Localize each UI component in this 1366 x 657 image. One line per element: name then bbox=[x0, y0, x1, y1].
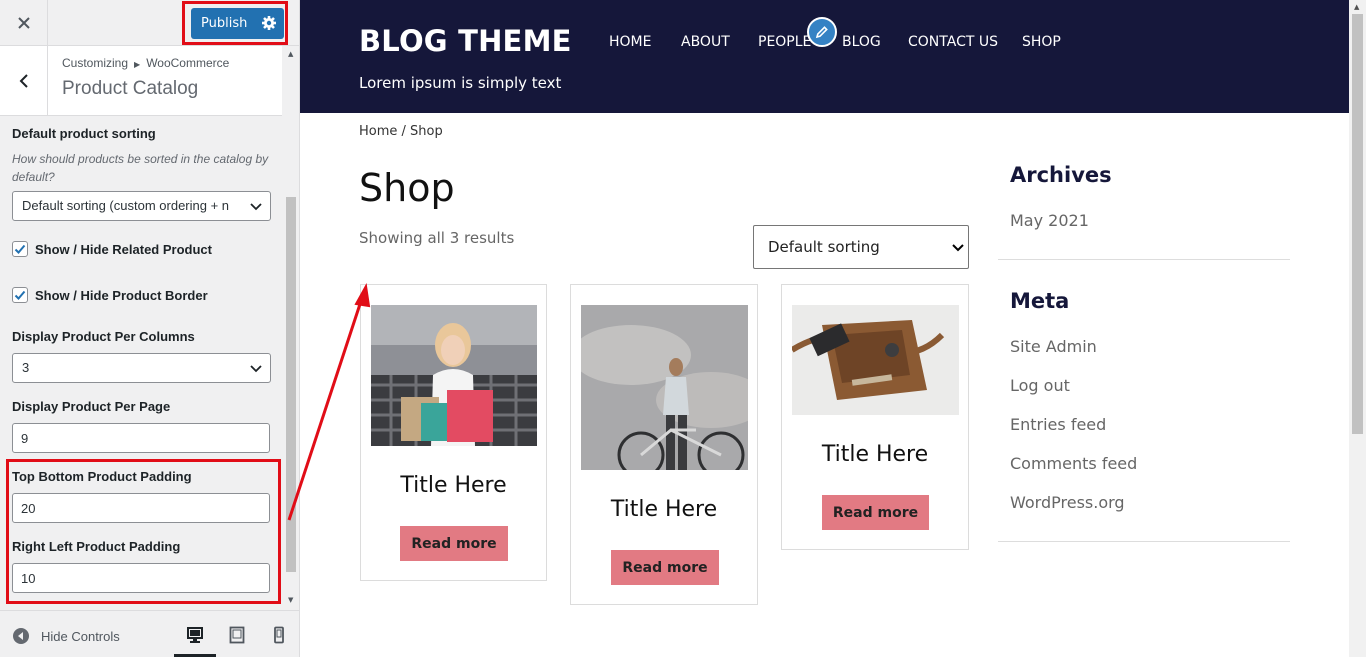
orderby-select[interactable]: Default sorting bbox=[753, 225, 969, 269]
gear-icon[interactable] bbox=[261, 15, 277, 31]
read-more-button[interactable]: Read more bbox=[822, 495, 929, 530]
nav-blog[interactable]: BLOG bbox=[842, 34, 881, 50]
site-tagline: Lorem ipsum is simply text bbox=[359, 74, 562, 92]
scroll-down-icon[interactable]: ▼ bbox=[288, 596, 293, 604]
site-header: BLOG THEME Lorem ipsum is simply text HO… bbox=[300, 0, 1349, 113]
product-image[interactable] bbox=[581, 305, 748, 470]
sorting-select-value: Default sorting (custom ordering + n bbox=[22, 198, 230, 213]
breadcrumb-root: Customizing bbox=[62, 56, 129, 70]
nav-people[interactable]: PEOPLE bbox=[758, 34, 811, 50]
customizer-footer: Hide Controls bbox=[0, 610, 299, 657]
scroll-thumb[interactable] bbox=[1352, 14, 1363, 434]
leather-bag-accessories-image bbox=[792, 305, 959, 415]
columns-label: Display Product Per Columns bbox=[12, 329, 195, 344]
nav-contact-us[interactable]: CONTACT US bbox=[908, 34, 998, 50]
breadcrumb-separator-icon: ▶ bbox=[134, 60, 141, 69]
mobile-icon[interactable] bbox=[270, 626, 288, 644]
back-button[interactable] bbox=[0, 46, 48, 115]
scroll-thumb[interactable] bbox=[286, 197, 296, 572]
close-icon bbox=[17, 17, 30, 29]
meta-link-entries-feed[interactable]: Entries feed bbox=[1010, 415, 1106, 434]
product-card[interactable]: Title Here Read more bbox=[360, 284, 547, 581]
nav-shop[interactable]: SHOP bbox=[1022, 34, 1061, 50]
checkbox-checked-icon[interactable] bbox=[12, 241, 28, 257]
related-product-checkbox[interactable]: Show / Hide Related Product bbox=[12, 241, 212, 257]
meta-link-comments-feed[interactable]: Comments feed bbox=[1010, 454, 1137, 473]
customizer-sidebar: Publish Customizing ▶ WooCommerce Product … bbox=[0, 0, 300, 657]
orderby-value: Default sorting bbox=[768, 238, 880, 256]
meta-widget-title: Meta bbox=[1010, 289, 1070, 313]
product-card[interactable]: Title Here Read more bbox=[781, 284, 969, 550]
page-title: Shop bbox=[359, 166, 455, 210]
edit-shortcut-button[interactable] bbox=[807, 17, 837, 47]
customizer-breadcrumb: Customizing ▶ WooCommerce bbox=[62, 56, 229, 70]
site-preview: BLOG THEME Lorem ipsum is simply text HO… bbox=[300, 0, 1349, 657]
hide-controls-label: Hide Controls bbox=[41, 628, 120, 644]
preview-scrollbar[interactable]: ▲ bbox=[1349, 0, 1366, 657]
per-page-label: Display Product Per Page bbox=[12, 399, 171, 414]
breadcrumb-parent: WooCommerce bbox=[146, 56, 230, 70]
publish-label: Publish bbox=[201, 16, 248, 31]
result-count: Showing all 3 results bbox=[359, 229, 515, 247]
chevron-left-icon bbox=[19, 73, 28, 88]
sorting-select[interactable]: Default sorting (custom ordering + n bbox=[12, 191, 271, 221]
columns-select[interactable]: 3 bbox=[12, 353, 271, 383]
tb-padding-input[interactable]: 20 bbox=[12, 493, 270, 523]
hide-controls-button[interactable]: Hide Controls bbox=[13, 628, 120, 644]
sorting-label: Default product sorting bbox=[12, 126, 156, 141]
publish-button[interactable]: Publish bbox=[191, 8, 284, 39]
product-image[interactable] bbox=[792, 305, 959, 415]
widget-divider bbox=[998, 541, 1290, 542]
chevron-down-icon bbox=[250, 365, 262, 373]
rl-padding-input[interactable]: 10 bbox=[12, 563, 270, 593]
columns-select-value: 3 bbox=[22, 360, 30, 375]
sidebar-scrollbar[interactable]: ▲ ▼ bbox=[284, 46, 298, 610]
per-page-input[interactable]: 9 bbox=[12, 423, 270, 453]
meta-link-wordpress-org[interactable]: WordPress.org bbox=[1010, 493, 1125, 512]
pencil-icon bbox=[815, 26, 828, 39]
chevron-down-icon bbox=[250, 203, 262, 211]
sorting-description: How should products be sorted in the cat… bbox=[12, 152, 269, 184]
collapse-icon bbox=[13, 628, 29, 644]
shop-breadcrumb[interactable]: Home / Shop bbox=[359, 124, 443, 139]
section-title: Product Catalog bbox=[62, 78, 199, 99]
close-customizer-button[interactable] bbox=[0, 0, 48, 46]
read-more-button[interactable]: Read more bbox=[400, 526, 508, 561]
related-product-label: Show / Hide Related Product bbox=[35, 241, 212, 257]
product-border-label: Show / Hide Product Border bbox=[35, 287, 208, 303]
nav-about[interactable]: ABOUT bbox=[681, 34, 730, 50]
man-with-bicycle-image bbox=[581, 305, 748, 470]
woman-shopping-bags-image bbox=[371, 305, 537, 446]
section-header: Customizing ▶ WooCommerce Product Catalog bbox=[0, 46, 282, 116]
product-image[interactable] bbox=[371, 305, 537, 446]
product-title[interactable]: Title Here bbox=[782, 442, 968, 467]
scroll-up-icon[interactable]: ▲ bbox=[1354, 3, 1359, 11]
tablet-icon[interactable] bbox=[228, 626, 246, 644]
read-more-button[interactable]: Read more bbox=[611, 550, 719, 585]
desktop-icon[interactable] bbox=[186, 626, 204, 644]
product-card[interactable]: Title Here Read more bbox=[570, 284, 758, 605]
scroll-up-icon[interactable]: ▲ bbox=[288, 50, 293, 58]
product-title[interactable]: Title Here bbox=[571, 497, 757, 522]
archive-link[interactable]: May 2021 bbox=[1010, 211, 1089, 230]
chevron-down-icon bbox=[952, 244, 964, 252]
nav-home[interactable]: HOME bbox=[609, 34, 651, 50]
tb-padding-label: Top Bottom Product Padding bbox=[12, 469, 192, 484]
product-border-checkbox[interactable]: Show / Hide Product Border bbox=[12, 287, 208, 303]
meta-link-log-out[interactable]: Log out bbox=[1010, 376, 1070, 395]
site-title[interactable]: BLOG THEME bbox=[359, 24, 572, 58]
meta-link-site-admin[interactable]: Site Admin bbox=[1010, 337, 1097, 356]
product-title[interactable]: Title Here bbox=[361, 473, 546, 498]
checkbox-checked-icon[interactable] bbox=[12, 287, 28, 303]
customizer-header: Publish bbox=[0, 0, 299, 46]
rl-padding-label: Right Left Product Padding bbox=[12, 539, 181, 554]
widget-divider bbox=[998, 259, 1290, 260]
archives-widget-title: Archives bbox=[1010, 163, 1112, 187]
